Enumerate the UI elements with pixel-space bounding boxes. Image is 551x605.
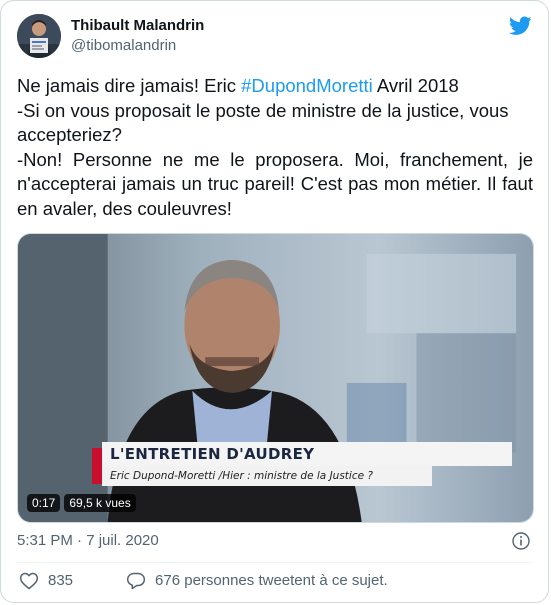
lower-third-title: L'ENTRETIEN D'AUDREY [102, 442, 512, 466]
author-display-name[interactable]: Thibault Malandrin [71, 16, 204, 36]
hashtag-link[interactable]: #DupondMoretti [241, 75, 373, 96]
tweet-text: Ne jamais dire jamais! Eric #DupondMoret… [17, 74, 533, 221]
conversation-button[interactable]: 676 personnes tweetent à ce sujet. [124, 571, 388, 591]
author-handle[interactable]: @tibomalandrin [71, 36, 204, 56]
tweet-card: Thibault Malandrin @tibomalandrin Ne jam… [0, 0, 549, 603]
divider [17, 562, 532, 563]
lower-third: L'ENTRETIEN D'AUDREY Eric Dupond-Moretti… [92, 442, 512, 488]
tweet-line-2: -Si on vous proposait le poste de minist… [17, 99, 509, 146]
tweet-line-3: -Non! Personne ne me le proposera. Moi, … [17, 148, 533, 219]
lower-third-subtitle: Eric Dupond-Moretti /Hier : ministre de … [102, 466, 432, 486]
tweet-header: Thibault Malandrin @tibomalandrin [17, 14, 532, 60]
heart-icon [19, 572, 39, 590]
conversation-label: 676 personnes tweetent à ce sujet. [155, 572, 388, 589]
author-names: Thibault Malandrin @tibomalandrin [71, 16, 204, 56]
twitter-bird-icon[interactable] [508, 16, 532, 36]
avatar-image [17, 14, 61, 58]
like-count: 835 [48, 572, 74, 589]
timestamp-row: 5:31 PM · 7 juil. 2020 [17, 531, 532, 551]
avatar[interactable] [17, 14, 61, 58]
tweet-timestamp[interactable]: 5:31 PM · 7 juil. 2020 [17, 532, 159, 549]
video-view-count: 69,5 k vues [64, 494, 136, 512]
video-overlay: 0:17 69,5 k vues [27, 494, 136, 512]
lower-third-accent [92, 448, 102, 484]
like-button[interactable]: 835 [17, 571, 73, 591]
video-player[interactable]: L'ENTRETIEN D'AUDREY Eric Dupond-Moretti… [17, 233, 534, 523]
tweet-text-before-hashtag: Ne jamais dire jamais! Eric [17, 75, 242, 96]
video-elapsed-time: 0:17 [27, 494, 61, 512]
tweet-line-1: Ne jamais dire jamais! Eric #DupondMoret… [17, 74, 533, 99]
speech-bubble-icon [126, 572, 146, 590]
tweet-text-after-hashtag: Avril 2018 [372, 75, 459, 96]
tweet-actions: 835 676 personnes tweetent à ce sujet. [17, 570, 388, 592]
info-icon[interactable] [512, 532, 530, 550]
